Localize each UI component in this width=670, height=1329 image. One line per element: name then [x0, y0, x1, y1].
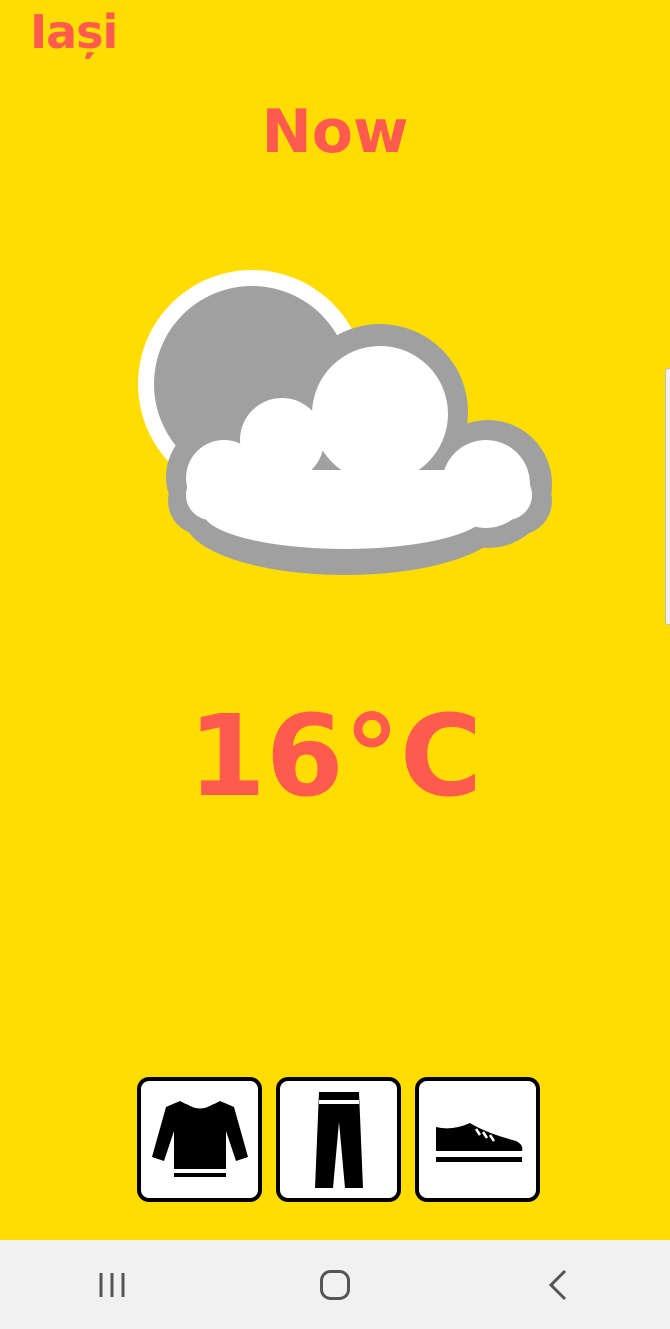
back-icon	[549, 1269, 567, 1300]
city-name: Iași	[30, 5, 118, 59]
partly-cloudy-icon	[138, 270, 552, 575]
trousers-icon	[314, 1091, 363, 1188]
sneaker-icon	[435, 1122, 522, 1162]
clothing-suggestions	[137, 1077, 540, 1202]
sweater-icon	[151, 1100, 248, 1177]
temperature-value: 16°C	[187, 692, 483, 822]
home-button[interactable]	[285, 1250, 385, 1320]
weather-screen: Iași Now 16°C	[0, 0, 670, 1329]
forecast-period: Now	[261, 97, 409, 167]
recent-apps-icon	[99, 1272, 125, 1297]
clothing-card-sneaker[interactable]	[415, 1077, 540, 1202]
system-navigation-bar	[0, 1240, 670, 1329]
clothing-card-trousers[interactable]	[276, 1077, 401, 1202]
edge-panel-handle[interactable]	[665, 368, 670, 625]
clothing-card-sweater[interactable]	[137, 1077, 262, 1202]
back-button[interactable]	[508, 1250, 608, 1320]
recent-apps-button[interactable]	[62, 1250, 162, 1320]
home-icon	[319, 1269, 350, 1300]
